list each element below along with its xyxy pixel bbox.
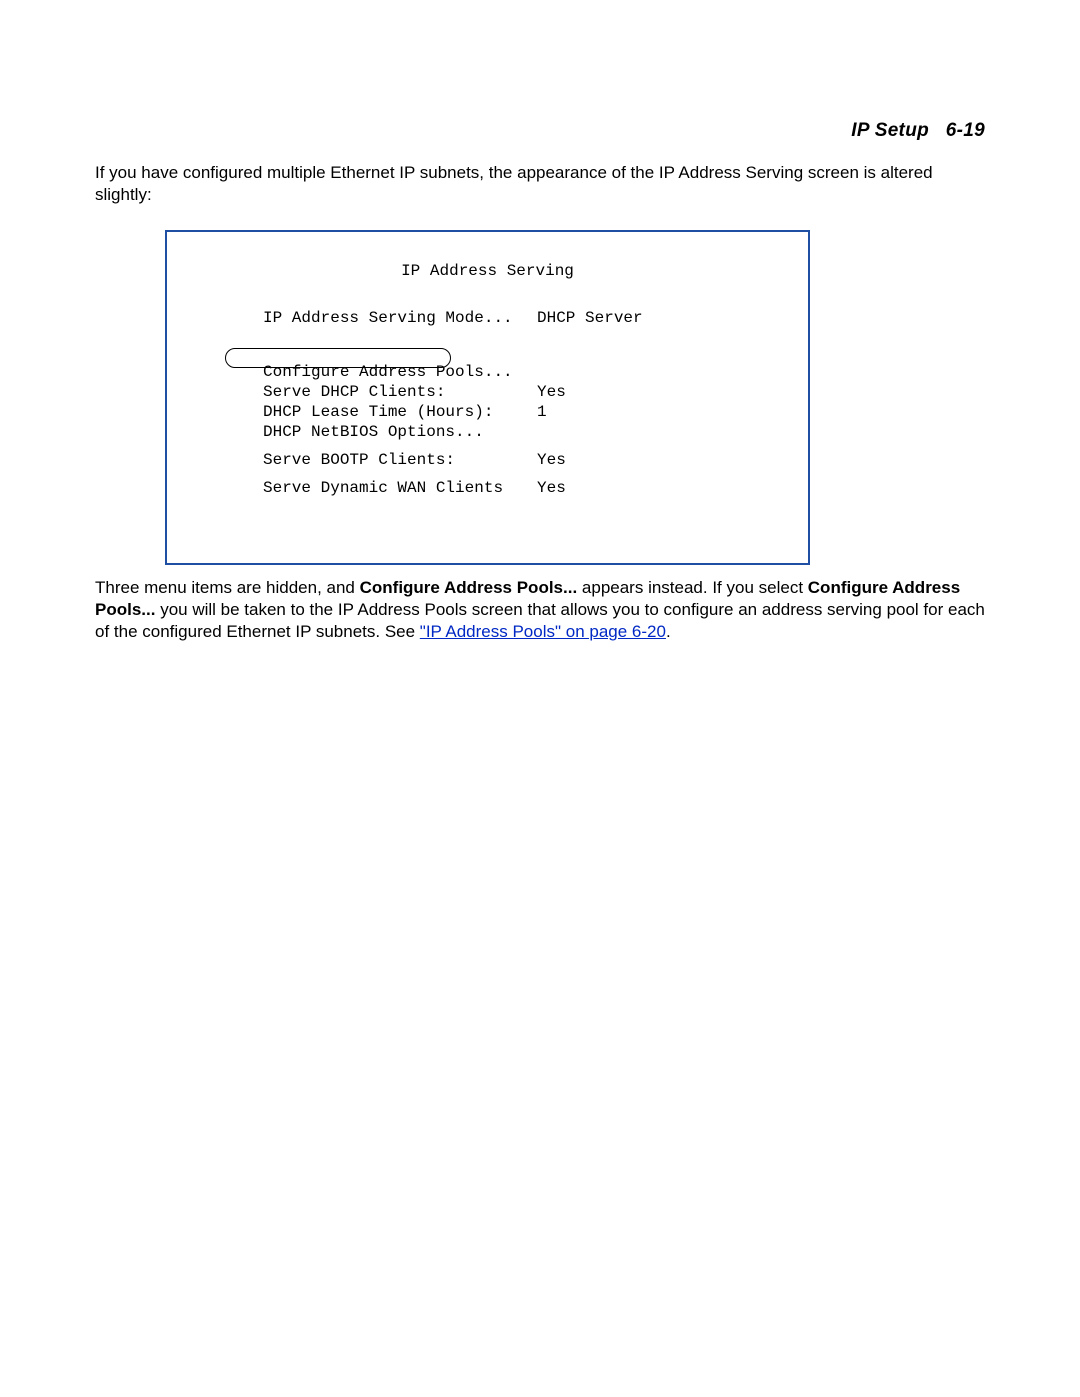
terminal-row: Serve Dynamic WAN Clients Yes [187, 478, 788, 498]
terminal-row-value [457, 362, 537, 382]
terminal-row-label: DHCP NetBIOS Options... [187, 422, 457, 442]
spacer [187, 470, 788, 478]
explain-text-fragment: Three menu items are hidden, and [95, 578, 360, 597]
terminal-row: DHCP Lease Time (Hours): 1 [187, 402, 788, 422]
spacer [187, 328, 788, 362]
header-page-number: 6-19 [946, 120, 985, 141]
terminal-row-value: 1 [457, 402, 547, 422]
terminal-row-value: Yes [457, 478, 566, 498]
explain-text-fragment: appears instead. If you select [577, 578, 808, 597]
terminal-row: DHCP NetBIOS Options... [187, 422, 788, 442]
explain-bold: Configure Address Pools... [360, 578, 578, 597]
document-page: IP Setup 6-19 If you have configured mul… [0, 0, 1080, 1397]
terminal-row-label: Serve DHCP Clients: [187, 382, 457, 402]
terminal-row-value: Yes [457, 382, 566, 402]
terminal-row-label: IP Address Serving Mode... [187, 308, 457, 328]
explain-text-fragment: . [666, 622, 671, 641]
cross-reference-link[interactable]: "IP Address Pools" on page 6-20 [420, 622, 666, 641]
spacer [187, 442, 788, 450]
terminal-row-highlighted: Configure Address Pools... [187, 362, 788, 382]
terminal-row-label: DHCP Lease Time (Hours): [187, 402, 457, 422]
terminal-row-value: DHCP Server [457, 308, 643, 328]
explain-paragraph: Three menu items are hidden, and Configu… [95, 577, 985, 643]
terminal-row: Serve BOOTP Clients: Yes [187, 450, 788, 470]
terminal-row: Serve DHCP Clients: Yes [187, 382, 788, 402]
header-section: IP Setup [851, 120, 929, 141]
terminal-row-value: Yes [457, 450, 566, 470]
terminal-row-label: Serve Dynamic WAN Clients [187, 478, 457, 498]
terminal-title: IP Address Serving [187, 262, 788, 280]
terminal-row: IP Address Serving Mode... DHCP Server [187, 308, 788, 328]
terminal-screen: IP Address Serving IP Address Serving Mo… [165, 230, 810, 565]
intro-paragraph: If you have configured multiple Ethernet… [95, 162, 985, 206]
terminal-row-value [457, 422, 537, 442]
terminal-row-label: Configure Address Pools... [187, 362, 457, 382]
terminal-row-label: Serve BOOTP Clients: [187, 450, 457, 470]
page-header: IP Setup 6-19 [95, 120, 985, 142]
